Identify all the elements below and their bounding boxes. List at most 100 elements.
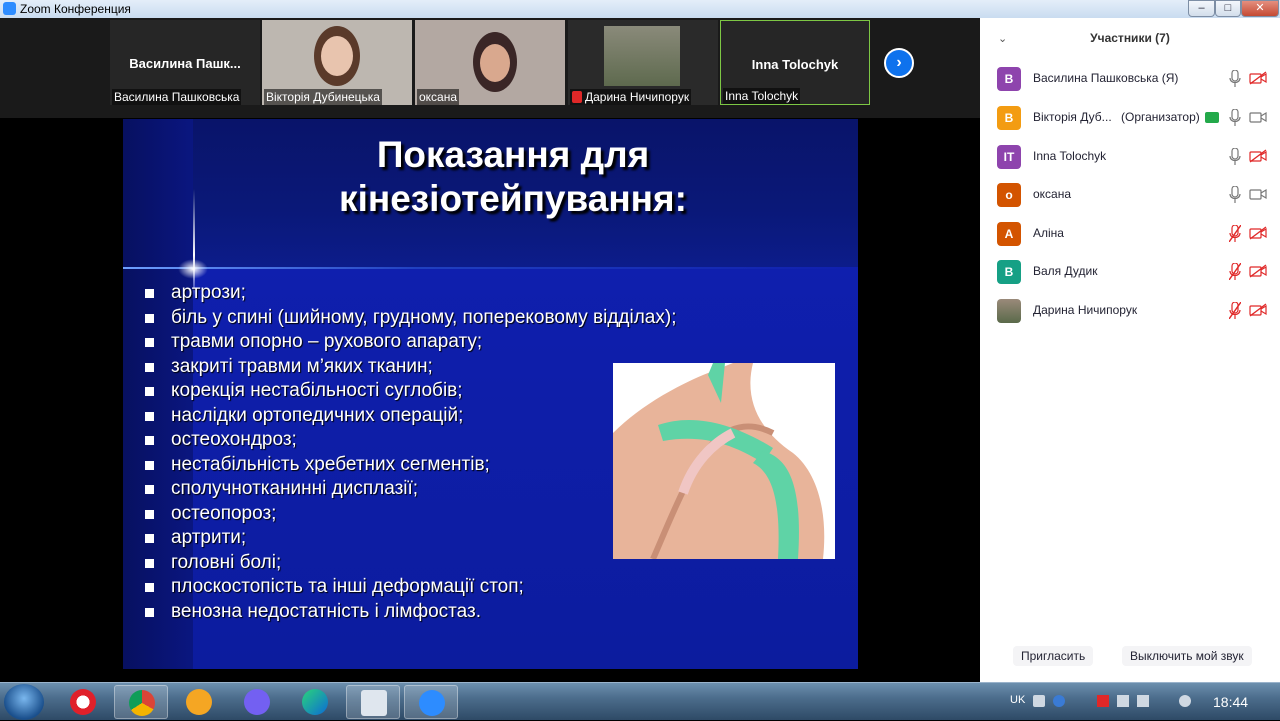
taskbar-screen-keyboard[interactable] [346, 685, 400, 719]
viber-icon [244, 689, 270, 715]
avatar: IT [997, 145, 1021, 169]
participant-row[interactable]: В Василина Пашковська (Я) [980, 60, 1280, 98]
participant-row[interactable]: А Аліна [980, 215, 1280, 253]
participant-row[interactable]: Дарина Ничипорук [980, 292, 1280, 330]
bullet-item: біль у спині (шийному, грудному, поперек… [143, 306, 676, 331]
microphone-icon[interactable] [1229, 109, 1241, 126]
bullet-item: артрози; [143, 281, 676, 306]
participant-row[interactable]: о оксана [980, 176, 1280, 214]
mute-my-audio-button[interactable]: Выключить мой звук [1122, 646, 1252, 666]
tile-label: Inna Tolochyk [723, 88, 801, 104]
system-tray: UK 18:44 [1005, 683, 1280, 721]
chrome-icon [129, 690, 155, 716]
tile-label-text: Дарина Ничипорук [585, 90, 690, 104]
participant-name: оксана [1033, 187, 1072, 201]
window-title: Zoom Конференция [20, 2, 131, 16]
zoom-icon [419, 690, 445, 716]
screen-keyboard-icon [361, 690, 387, 716]
help-icon[interactable] [1053, 695, 1065, 707]
video-off-icon[interactable] [1249, 149, 1267, 163]
participant-name: Василина Пашковська (Я) [1033, 71, 1179, 85]
screen-share-icon [1205, 112, 1219, 123]
tile-label: Василина Пашковська [112, 89, 242, 105]
window-titlebar: Zoom Конференция – □ ✕ [0, 0, 1280, 18]
taskbar-zoom[interactable] [404, 685, 458, 719]
bullet-item: венозна недостатність і лімфостаз. [143, 600, 676, 625]
microphone-icon[interactable] [1229, 186, 1241, 203]
slide-title: Показання для кінезіотейпування: [263, 133, 763, 221]
avatar: В [997, 106, 1021, 130]
slide-sparkle [178, 259, 208, 279]
microphone-muted-icon[interactable] [1229, 302, 1241, 319]
video-icon[interactable] [1249, 187, 1267, 201]
participant-row[interactable]: IT Inna Tolochyk [980, 138, 1280, 176]
taskbar-vpn[interactable] [172, 685, 226, 719]
meeting-main-area: Василина Пашк... Василина Пашковська Вік… [0, 18, 980, 682]
microphone-muted-icon[interactable] [1229, 263, 1241, 280]
video-off-icon[interactable] [1249, 303, 1267, 317]
video-tile-oksana[interactable]: оксана [415, 20, 565, 105]
participants-panel: ⌄ Участники (7) В Василина Пашковська (Я… [980, 18, 1280, 682]
slide-bullet-list: артрози; біль у спині (шийному, грудному… [143, 281, 676, 624]
participants-header: Участники (7) [1090, 31, 1170, 45]
microphone-icon[interactable] [1229, 70, 1241, 87]
maximize-button[interactable]: □ [1215, 0, 1241, 17]
zoom-app-icon [3, 2, 16, 15]
flag-icon[interactable] [1097, 695, 1109, 707]
taskbar-edge[interactable] [288, 685, 342, 719]
next-page-button[interactable]: › [884, 48, 914, 78]
video-tile-daryna[interactable]: Дарина Ничипорук [568, 20, 718, 105]
participant-row[interactable]: В Валя Дудик [980, 253, 1280, 291]
invite-button[interactable]: Пригласить [1013, 646, 1094, 666]
tile-name: Inna Tolochyk [751, 57, 839, 72]
video-tile-viktoriia[interactable]: Вікторія Дубинецька [262, 20, 412, 105]
close-button[interactable]: ✕ [1241, 0, 1279, 17]
windows-taskbar: UK 18:44 [0, 682, 1280, 720]
slide-title-line-2: кінезіотейпування: [339, 178, 687, 219]
keyboard-icon[interactable] [1033, 695, 1045, 707]
participant-row[interactable]: В Вікторія Дуб... (Организатор) [980, 99, 1280, 137]
bullet-item: наслідки ортопедичних операцій; [143, 404, 676, 429]
slide-divider [123, 267, 858, 269]
participant-name: Валя Дудик [1033, 264, 1098, 278]
taskbar-viber[interactable] [230, 685, 284, 719]
minimize-button[interactable]: – [1188, 0, 1215, 17]
tile-label: Вікторія Дубинецька [264, 89, 382, 105]
start-button[interactable] [4, 684, 44, 720]
avatar: В [997, 67, 1021, 91]
network-icon[interactable] [1117, 695, 1129, 707]
video-off-icon[interactable] [1249, 71, 1267, 85]
video-icon[interactable] [1249, 110, 1267, 124]
bullet-item: травми опорно – рухового апарату; [143, 330, 676, 355]
taskbar-opera[interactable] [56, 685, 110, 719]
bullet-item: нестабільність хребетних сегментів; [143, 453, 676, 478]
video-strip: Василина Пашк... Василина Пашковська Вік… [0, 18, 980, 118]
participant-name: Inna Tolochyk [1033, 149, 1107, 163]
clock[interactable]: 18:44 [1213, 694, 1248, 710]
participant-role: (Организатор) [1121, 110, 1200, 124]
taskbar-chrome[interactable] [114, 685, 168, 719]
bullet-item: плоскостопість та інші деформації стоп; [143, 575, 676, 600]
microphone-icon[interactable] [1229, 148, 1241, 165]
microphone-muted-icon[interactable] [1229, 225, 1241, 242]
participant-name: Дарина Ничипорук [1033, 303, 1138, 317]
video-tile-vasylyna[interactable]: Василина Пашк... Василина Пашковська [110, 20, 260, 105]
chevron-right-icon: › [896, 54, 902, 71]
bullet-item: артрити; [143, 526, 676, 551]
signal-icon[interactable] [1137, 695, 1149, 707]
vpn-icon [186, 689, 212, 715]
bullet-item: корекція нестабільності суглобів; [143, 379, 676, 404]
participant-name: Вікторія Дуб... [1033, 110, 1112, 124]
video-off-icon[interactable] [1249, 226, 1267, 240]
participant-face [480, 44, 510, 82]
volume-icon[interactable] [1179, 695, 1191, 707]
bullet-item: остеопороз; [143, 502, 676, 527]
video-off-icon[interactable] [1249, 264, 1267, 278]
muted-mic-icon [572, 91, 582, 103]
slide-title-line-1: Показання для [376, 134, 650, 175]
bullet-item: головні болі; [143, 551, 676, 576]
video-tile-inna[interactable]: Inna Tolochyk Inna Tolochyk [720, 20, 870, 105]
avatar [997, 299, 1021, 323]
avatar: В [997, 260, 1021, 284]
language-indicator[interactable]: UK [1010, 694, 1025, 706]
